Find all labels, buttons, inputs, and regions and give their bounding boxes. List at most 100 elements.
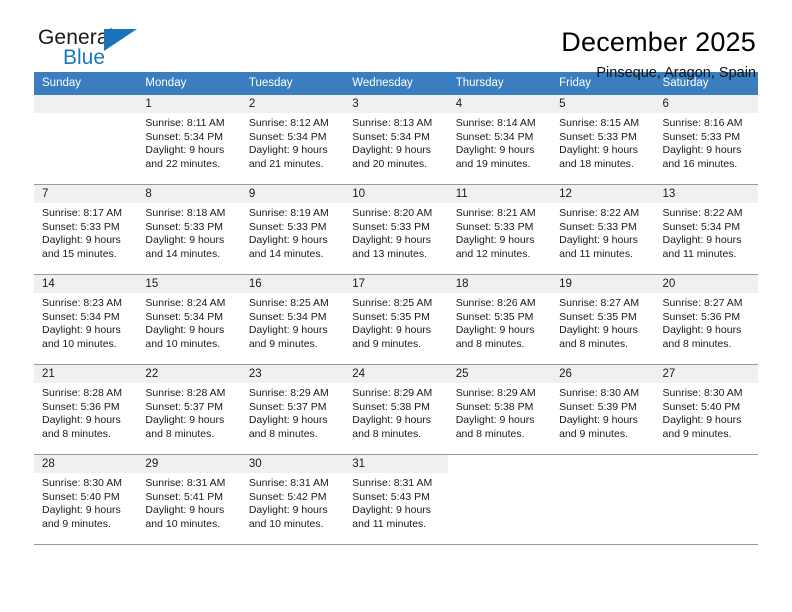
day-details: Sunrise: 8:30 AM Sunset: 5:40 PM Daylight:… [655, 383, 758, 441]
calendar-day-cell[interactable]: 18 Sunrise: 8:26 AM Sunset: 5:35 PM Dayligh… [447, 274, 552, 365]
daylight-duration-line2: and 10 minutes. [145, 517, 221, 530]
calendar-day-cell-empty [654, 454, 758, 545]
day-details: Sunrise: 8:14 AM Sunset: 5:34 PM Daylight:… [448, 113, 551, 171]
calendar-day-cell[interactable]: 19 Sunrise: 8:27 AM Sunset: 5:35 PM Dayligh… [551, 274, 655, 365]
calendar-day-cell-empty [551, 454, 655, 545]
sunrise-time: Sunrise: 8:23 AM [42, 297, 122, 309]
daylight-duration-line2: and 8 minutes. [248, 427, 318, 440]
day-number: 12 [551, 185, 655, 203]
daylight-duration-line1: Daylight: 9 hours [248, 234, 328, 247]
general-blue-logo: General Blue [34, 26, 184, 82]
daylight-duration-line1: Daylight: 9 hours [455, 414, 535, 427]
day-number: 15 [137, 275, 241, 293]
calendar-day-cell[interactable]: 11 Sunrise: 8:21 AM Sunset: 5:33 PM Dayligh… [447, 184, 552, 275]
calendar-day-cell[interactable]: 16 Sunrise: 8:25 AM Sunset: 5:34 PM Dayligh… [240, 274, 345, 365]
day-details: Sunrise: 8:24 AM Sunset: 5:34 PM Daylight:… [137, 293, 240, 351]
calendar-day-cell[interactable]: 23 Sunrise: 8:29 AM Sunset: 5:37 PM Dayligh… [240, 364, 345, 455]
day-number: 5 [551, 95, 655, 113]
daylight-duration-line1: Daylight: 9 hours [352, 144, 432, 157]
sunrise-time: Sunrise: 8:29 AM [352, 387, 433, 399]
calendar-day-cell[interactable]: 26 Sunrise: 8:30 AM Sunset: 5:39 PM Dayligh… [551, 364, 655, 455]
day-details: Sunrise: 8:26 AM Sunset: 5:35 PM Daylight:… [448, 293, 551, 351]
calendar-day-cell[interactable]: 8 Sunrise: 8:18 AM Sunset: 5:33 PM Daylight… [137, 184, 241, 275]
daylight-duration-line1: Daylight: 9 hours [662, 144, 742, 157]
daylight-duration-line2: and 10 minutes. [42, 337, 117, 350]
daylight-duration-line1: Daylight: 9 hours [248, 504, 328, 517]
day-details: Sunrise: 8:25 AM Sunset: 5:35 PM Daylight:… [344, 293, 447, 351]
calendar-day-cell[interactable]: 6 Sunrise: 8:16 AM Sunset: 5:33 PM Daylight… [654, 95, 758, 185]
daylight-duration-line2: and 9 minutes. [662, 427, 732, 440]
calendar-day-cell[interactable]: 25 Sunrise: 8:29 AM Sunset: 5:38 PM Dayligh… [447, 364, 552, 455]
sunset-time: Sunset: 5:36 PM [662, 310, 741, 323]
daylight-duration-line2: and 8 minutes. [559, 337, 628, 350]
daylight-duration-line1: Daylight: 9 hours [455, 234, 535, 247]
calendar-day-cell[interactable]: 24 Sunrise: 8:29 AM Sunset: 5:38 PM Dayligh… [344, 364, 448, 455]
day-number [551, 455, 655, 473]
day-number: 27 [654, 365, 758, 383]
triangle-icon [104, 29, 137, 51]
day-number: 6 [654, 95, 758, 113]
weekday-header-wednesday: Wednesday [344, 72, 448, 95]
calendar-day-cell[interactable]: 17 Sunrise: 8:25 AM Sunset: 5:35 PM Dayligh… [344, 274, 448, 365]
daylight-duration-line2: and 16 minutes. [662, 157, 738, 170]
calendar-day-cell[interactable]: 12 Sunrise: 8:22 AM Sunset: 5:33 PM Dayligh… [551, 184, 655, 275]
calendar-day-cell[interactable]: 30 Sunrise: 8:31 AM Sunset: 5:42 PM Dayligh… [240, 454, 345, 545]
day-details: Sunrise: 8:30 AM Sunset: 5:40 PM Daylight:… [34, 473, 137, 531]
calendar-day-cell[interactable]: 3 Sunrise: 8:13 AM Sunset: 5:34 PM Daylight… [344, 95, 448, 185]
day-details: Sunrise: 8:11 AM Sunset: 5:34 PM Daylight:… [137, 113, 240, 171]
day-details: Sunrise: 8:31 AM Sunset: 5:43 PM Daylight:… [344, 473, 447, 531]
calendar-day-cell-empty [447, 454, 552, 545]
sunrise-time: Sunrise: 8:30 AM [42, 477, 122, 489]
page-title: December 2025 [561, 27, 756, 57]
day-number: 29 [137, 455, 241, 473]
day-details: Sunrise: 8:23 AM Sunset: 5:34 PM Daylight:… [34, 293, 137, 351]
calendar-day-cell[interactable]: 27 Sunrise: 8:30 AM Sunset: 5:40 PM Dayligh… [654, 364, 758, 455]
sunset-time: Sunset: 5:33 PM [559, 130, 637, 143]
sunrise-time: Sunrise: 8:19 AM [248, 207, 329, 219]
day-number: 13 [654, 185, 758, 203]
calendar-day-cell[interactable]: 9 Sunrise: 8:19 AM Sunset: 5:33 PM Daylight… [240, 184, 345, 275]
calendar-day-cell[interactable]: 2 Sunrise: 8:12 AM Sunset: 5:34 PM Daylight… [240, 95, 345, 185]
calendar-day-cell[interactable]: 4 Sunrise: 8:14 AM Sunset: 5:34 PM Daylight… [447, 95, 552, 185]
calendar-day-cell[interactable]: 21 Sunrise: 8:28 AM Sunset: 5:36 PM Dayligh… [34, 364, 138, 455]
calendar-day-cell[interactable]: 31 Sunrise: 8:31 AM Sunset: 5:43 PM Dayligh… [344, 454, 448, 545]
calendar-day-cell[interactable]: 22 Sunrise: 8:28 AM Sunset: 5:37 PM Dayligh… [137, 364, 241, 455]
calendar-day-cell[interactable]: 13 Sunrise: 8:22 AM Sunset: 5:34 PM Dayligh… [654, 184, 758, 275]
calendar-day-cell[interactable]: 20 Sunrise: 8:27 AM Sunset: 5:36 PM Dayligh… [654, 274, 758, 365]
calendar-day-cell[interactable]: 28 Sunrise: 8:30 AM Sunset: 5:40 PM Dayligh… [34, 454, 138, 545]
daylight-duration-line1: Daylight: 9 hours [145, 324, 225, 337]
day-number [34, 95, 138, 113]
calendar-page: General Blue December 2025 Pinseque, Ara… [0, 0, 792, 612]
daylight-duration-line1: Daylight: 9 hours [42, 504, 121, 517]
sunrise-time: Sunrise: 8:28 AM [42, 387, 122, 399]
page-header: General Blue December 2025 Pinseque, Ara… [34, 0, 758, 81]
day-details: Sunrise: 8:20 AM Sunset: 5:33 PM Daylight:… [344, 203, 447, 261]
calendar-day-cell[interactable]: 7 Sunrise: 8:17 AM Sunset: 5:33 PM Daylight… [34, 184, 138, 275]
sunrise-time: Sunrise: 8:15 AM [559, 117, 640, 129]
sunset-time: Sunset: 5:34 PM [455, 130, 534, 143]
daylight-duration-line1: Daylight: 9 hours [248, 324, 328, 337]
daylight-duration-line1: Daylight: 9 hours [662, 234, 742, 247]
day-details: Sunrise: 8:19 AM Sunset: 5:33 PM Daylight:… [241, 203, 344, 261]
calendar-day-cell[interactable]: 10 Sunrise: 8:20 AM Sunset: 5:33 PM Dayligh… [344, 184, 448, 275]
day-details: Sunrise: 8:22 AM Sunset: 5:33 PM Daylight:… [551, 203, 654, 261]
calendar-day-cell[interactable]: 15 Sunrise: 8:24 AM Sunset: 5:34 PM Dayligh… [137, 274, 241, 365]
calendar-day-cell[interactable]: 1 Sunrise: 8:11 AM Sunset: 5:34 PM Daylight… [137, 95, 241, 185]
day-details: Sunrise: 8:30 AM Sunset: 5:39 PM Daylight:… [551, 383, 654, 441]
daylight-duration-line1: Daylight: 9 hours [455, 144, 535, 157]
calendar-day-cell[interactable]: 29 Sunrise: 8:31 AM Sunset: 5:41 PM Dayligh… [137, 454, 241, 545]
day-details: Sunrise: 8:27 AM Sunset: 5:35 PM Daylight:… [551, 293, 654, 351]
day-details: Sunrise: 8:29 AM Sunset: 5:37 PM Daylight:… [241, 383, 344, 441]
calendar-week-row: 14 Sunrise: 8:23 AM Sunset: 5:34 PM Dayligh… [34, 274, 758, 365]
sunrise-time: Sunrise: 8:18 AM [145, 207, 226, 219]
daylight-duration-line2: and 9 minutes. [248, 337, 318, 350]
calendar-day-cell[interactable]: 5 Sunrise: 8:15 AM Sunset: 5:33 PM Daylight… [551, 95, 655, 185]
daylight-duration-line1: Daylight: 9 hours [352, 324, 432, 337]
day-number: 2 [240, 95, 345, 113]
sunrise-time: Sunrise: 8:20 AM [352, 207, 433, 219]
daylight-duration-line1: Daylight: 9 hours [145, 414, 225, 427]
day-number: 17 [344, 275, 448, 293]
daylight-duration-line1: Daylight: 9 hours [42, 414, 121, 427]
day-number: 10 [344, 185, 448, 203]
calendar-day-cell[interactable]: 14 Sunrise: 8:23 AM Sunset: 5:34 PM Dayligh… [34, 274, 138, 365]
